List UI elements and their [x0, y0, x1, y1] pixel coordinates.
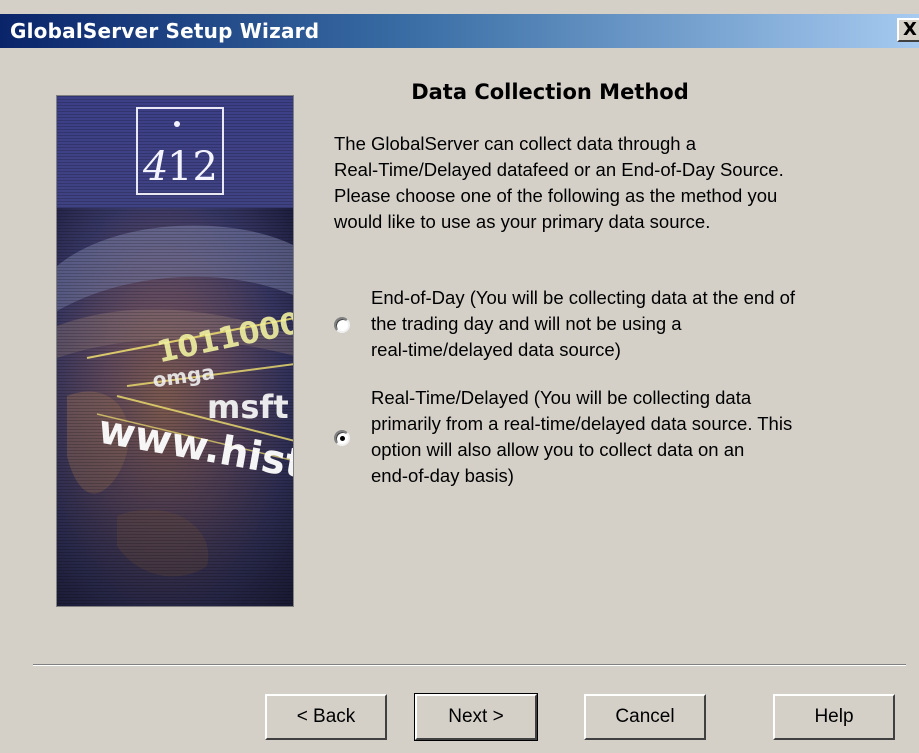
help-button[interactable]: Help — [773, 694, 895, 740]
svg-text:12: 12 — [167, 144, 218, 190]
intro-text: The GlobalServer can collect data throug… — [334, 133, 784, 232]
title-bar[interactable]: GlobalServer Setup Wizard X — [0, 14, 919, 48]
footer-separator — [33, 664, 906, 666]
radio-selected-dot — [340, 436, 345, 441]
setup-wizard-window: GlobalServer Setup Wizard X 4 12 1011000… — [0, 0, 919, 753]
close-button[interactable]: X — [897, 18, 919, 42]
wizard-side-image: 4 12 10110001 omga msft www.histor — [56, 95, 294, 607]
image-text-3: msft — [207, 388, 289, 426]
end-of-day-radio[interactable] — [334, 317, 350, 333]
back-button[interactable]: < Back — [265, 694, 387, 740]
real-time-delayed-label[interactable]: Real-Time/Delayed (You will be collectin… — [371, 385, 891, 489]
page-heading: Data Collection Method — [411, 80, 689, 104]
end-of-day-label[interactable]: End-of-Day (You will be collecting data … — [371, 285, 891, 363]
cancel-button[interactable]: Cancel — [584, 694, 706, 740]
real-time-delayed-radio[interactable] — [334, 430, 350, 446]
next-button[interactable]: Next > — [414, 693, 538, 741]
window-title: GlobalServer Setup Wizard — [10, 19, 320, 43]
svg-text:4: 4 — [142, 144, 168, 190]
